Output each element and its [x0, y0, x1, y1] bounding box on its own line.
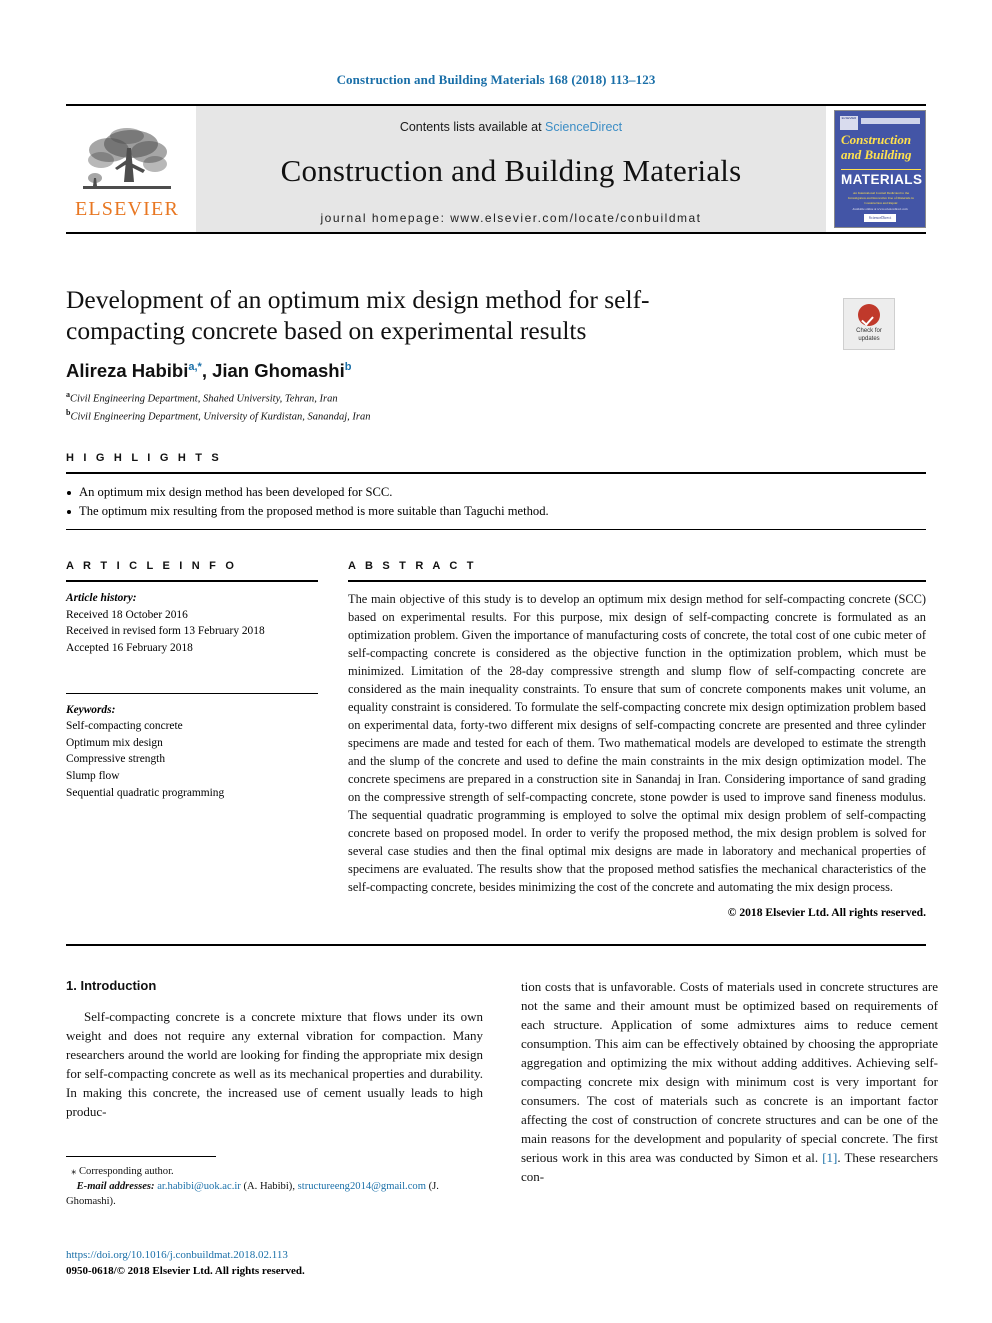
journal-cover-thumbnail[interactable]: ELSEVIER Construction and Building MATER… — [834, 110, 926, 228]
highlights-list: An optimum mix design method has been de… — [66, 474, 926, 529]
issn-copyright-line: 0950-0618/© 2018 Elsevier Ltd. All right… — [66, 1264, 305, 1277]
keyword-item: Sequential quadratic programming — [66, 786, 225, 799]
journal-title: Construction and Building Materials — [280, 153, 742, 188]
keyword-item: Self-compacting concrete — [66, 720, 183, 733]
article-info-heading: A R T I C L E I N F O — [66, 560, 238, 572]
highlights-heading: H I G H L I G H T S — [66, 452, 222, 464]
imprint-block: https://doi.org/10.1016/j.conbuildmat.20… — [66, 1248, 566, 1280]
author-1-affiliation-marker[interactable]: a,* — [188, 361, 201, 373]
elsevier-wordmark: ELSEVIER — [74, 197, 180, 220]
email-link-2[interactable]: structureeng2014@gmail.com — [298, 1181, 426, 1192]
journal-band: Contents lists available at ScienceDirec… — [196, 106, 826, 232]
cover-subtitle: An International Journal Dedicated to th… — [848, 191, 914, 206]
check-circle-icon — [858, 304, 880, 326]
author-1: Alireza Habibi — [66, 360, 189, 382]
cover-footer: Available online at www.sciencedirect.co… — [843, 207, 917, 222]
article-history-label: Article history: — [66, 592, 137, 604]
crossmark-label-1: Check for — [856, 328, 882, 334]
abstract-column: A B S T R A C T The main objective of th… — [348, 560, 926, 919]
abstract-bottom-rule — [66, 944, 926, 946]
affiliation-list: aCivil Engineering Department, Shahed Un… — [66, 389, 856, 425]
corresponding-author-marker: ⁎ — [71, 1166, 77, 1177]
body-column-right: tion costs that is unfavorable. Costs of… — [521, 978, 938, 1187]
cover-line1: Construction — [841, 132, 912, 147]
history-revised: Received in revised form 13 February 201… — [66, 625, 265, 638]
affiliation-text-a: Civil Engineering Department, Shahed Uni… — [70, 393, 338, 405]
article-history-block: Article history: Received 18 October 201… — [66, 582, 318, 657]
keywords-block: Keywords: Self-compacting concrete Optim… — [66, 694, 318, 802]
doi-link[interactable]: https://doi.org/10.1016/j.conbuildmat.20… — [66, 1248, 566, 1264]
journal-homepage-link[interactable]: journal homepage: www.elsevier.com/locat… — [321, 211, 702, 225]
article-title: Development of an optimum mix design met… — [66, 285, 650, 346]
history-accepted: Accepted 16 February 2018 — [66, 641, 193, 654]
affiliation-text-b: Civil Engineering Department, University… — [70, 411, 371, 423]
footnote-block: ⁎ Corresponding author. E-mail addresses… — [66, 1156, 483, 1209]
contents-lists-line: Contents lists available at ScienceDirec… — [400, 120, 622, 134]
crossmark-label-2: updates — [858, 335, 880, 342]
elsevier-tree-icon — [83, 127, 171, 189]
cover-footer-text: Available online at www.sciencedirect.co… — [852, 207, 908, 212]
affiliation-item: bCivil Engineering Department, Universit… — [66, 407, 856, 425]
article-info-column: A R T I C L E I N F O Article history: R… — [66, 560, 318, 919]
footnote-rule — [66, 1156, 216, 1157]
sciencedirect-link[interactable]: ScienceDirect — [545, 120, 622, 134]
email-owner-1: (A. Habibi), — [243, 1181, 295, 1193]
cover-title-line3: MATERIALS — [841, 169, 922, 187]
highlights-rule-bottom — [66, 529, 926, 531]
affiliation-item: aCivil Engineering Department, Shahed Un… — [66, 389, 856, 407]
email-addresses-label: E-mail addresses: — [76, 1181, 155, 1193]
author-2-affiliation-marker[interactable]: b — [345, 361, 352, 373]
cover-publisher-logo: ELSEVIER — [840, 116, 858, 130]
abstract-text: The main objective of this study is to d… — [348, 592, 926, 894]
citation-link-1[interactable]: [1] — [822, 1150, 837, 1165]
paper-first-page: Construction and Building Materials 168 … — [0, 0, 992, 1323]
elsevier-logo: ELSEVIER — [66, 106, 188, 232]
cover-line2: and Building — [841, 146, 912, 162]
intro-paragraph-right: tion costs that is unfavorable. Costs of… — [521, 978, 938, 1187]
highlight-item: The optimum mix resulting from the propo… — [66, 502, 926, 521]
cover-sciencedirect-badge: ScienceDirect — [863, 214, 897, 222]
abstract-copyright: © 2018 Elsevier Ltd. All rights reserved… — [727, 905, 926, 919]
corresponding-author-label: Corresponding author. — [78, 1166, 174, 1177]
corresponding-author-line: ⁎ Corresponding author. — [66, 1164, 483, 1179]
author-list: Alireza Habibia,*, Jian Ghomashib — [66, 360, 856, 382]
section-heading-introduction: 1. Introduction — [66, 978, 157, 993]
contents-prefix: Contents lists available at — [399, 120, 546, 134]
info-abstract-row: A R T I C L E I N F O Article history: R… — [66, 560, 926, 919]
cover-top-bar — [861, 118, 920, 124]
highlights-section: H I G H L I G H T S An optimum mix desig… — [66, 452, 926, 531]
keyword-item: Compressive strength — [66, 753, 166, 766]
email-addresses-line: E-mail addresses: ar.habibi@uok.ac.ir (A… — [66, 1179, 483, 1209]
running-head: Construction and Building Materials 168 … — [336, 72, 656, 87]
journal-masthead: ELSEVIER Contents lists available at Sci… — [66, 104, 926, 234]
abstract-heading: A B S T R A C T — [348, 560, 477, 572]
intro-right-pre: tion costs that is unfavorable. Costs of… — [521, 979, 938, 1165]
keyword-item: Optimum mix design — [66, 736, 163, 749]
history-received: Received 18 October 2016 — [66, 608, 188, 621]
intro-paragraph-left: Self-compacting concrete is a concrete m… — [66, 1009, 483, 1119]
crossmark-badge[interactable]: Check for updates — [843, 298, 895, 350]
title-block: Development of an optimum mix design met… — [66, 284, 856, 425]
keyword-item: Slump flow — [66, 770, 120, 783]
author-2: , Jian Ghomashi — [201, 360, 345, 382]
email-link-1[interactable]: ar.habibi@uok.ac.ir — [157, 1181, 241, 1192]
keywords-label: Keywords: — [66, 703, 116, 716]
highlight-item: An optimum mix design method has been de… — [66, 483, 926, 502]
cover-title-line1: Construction and Building — [841, 132, 921, 162]
